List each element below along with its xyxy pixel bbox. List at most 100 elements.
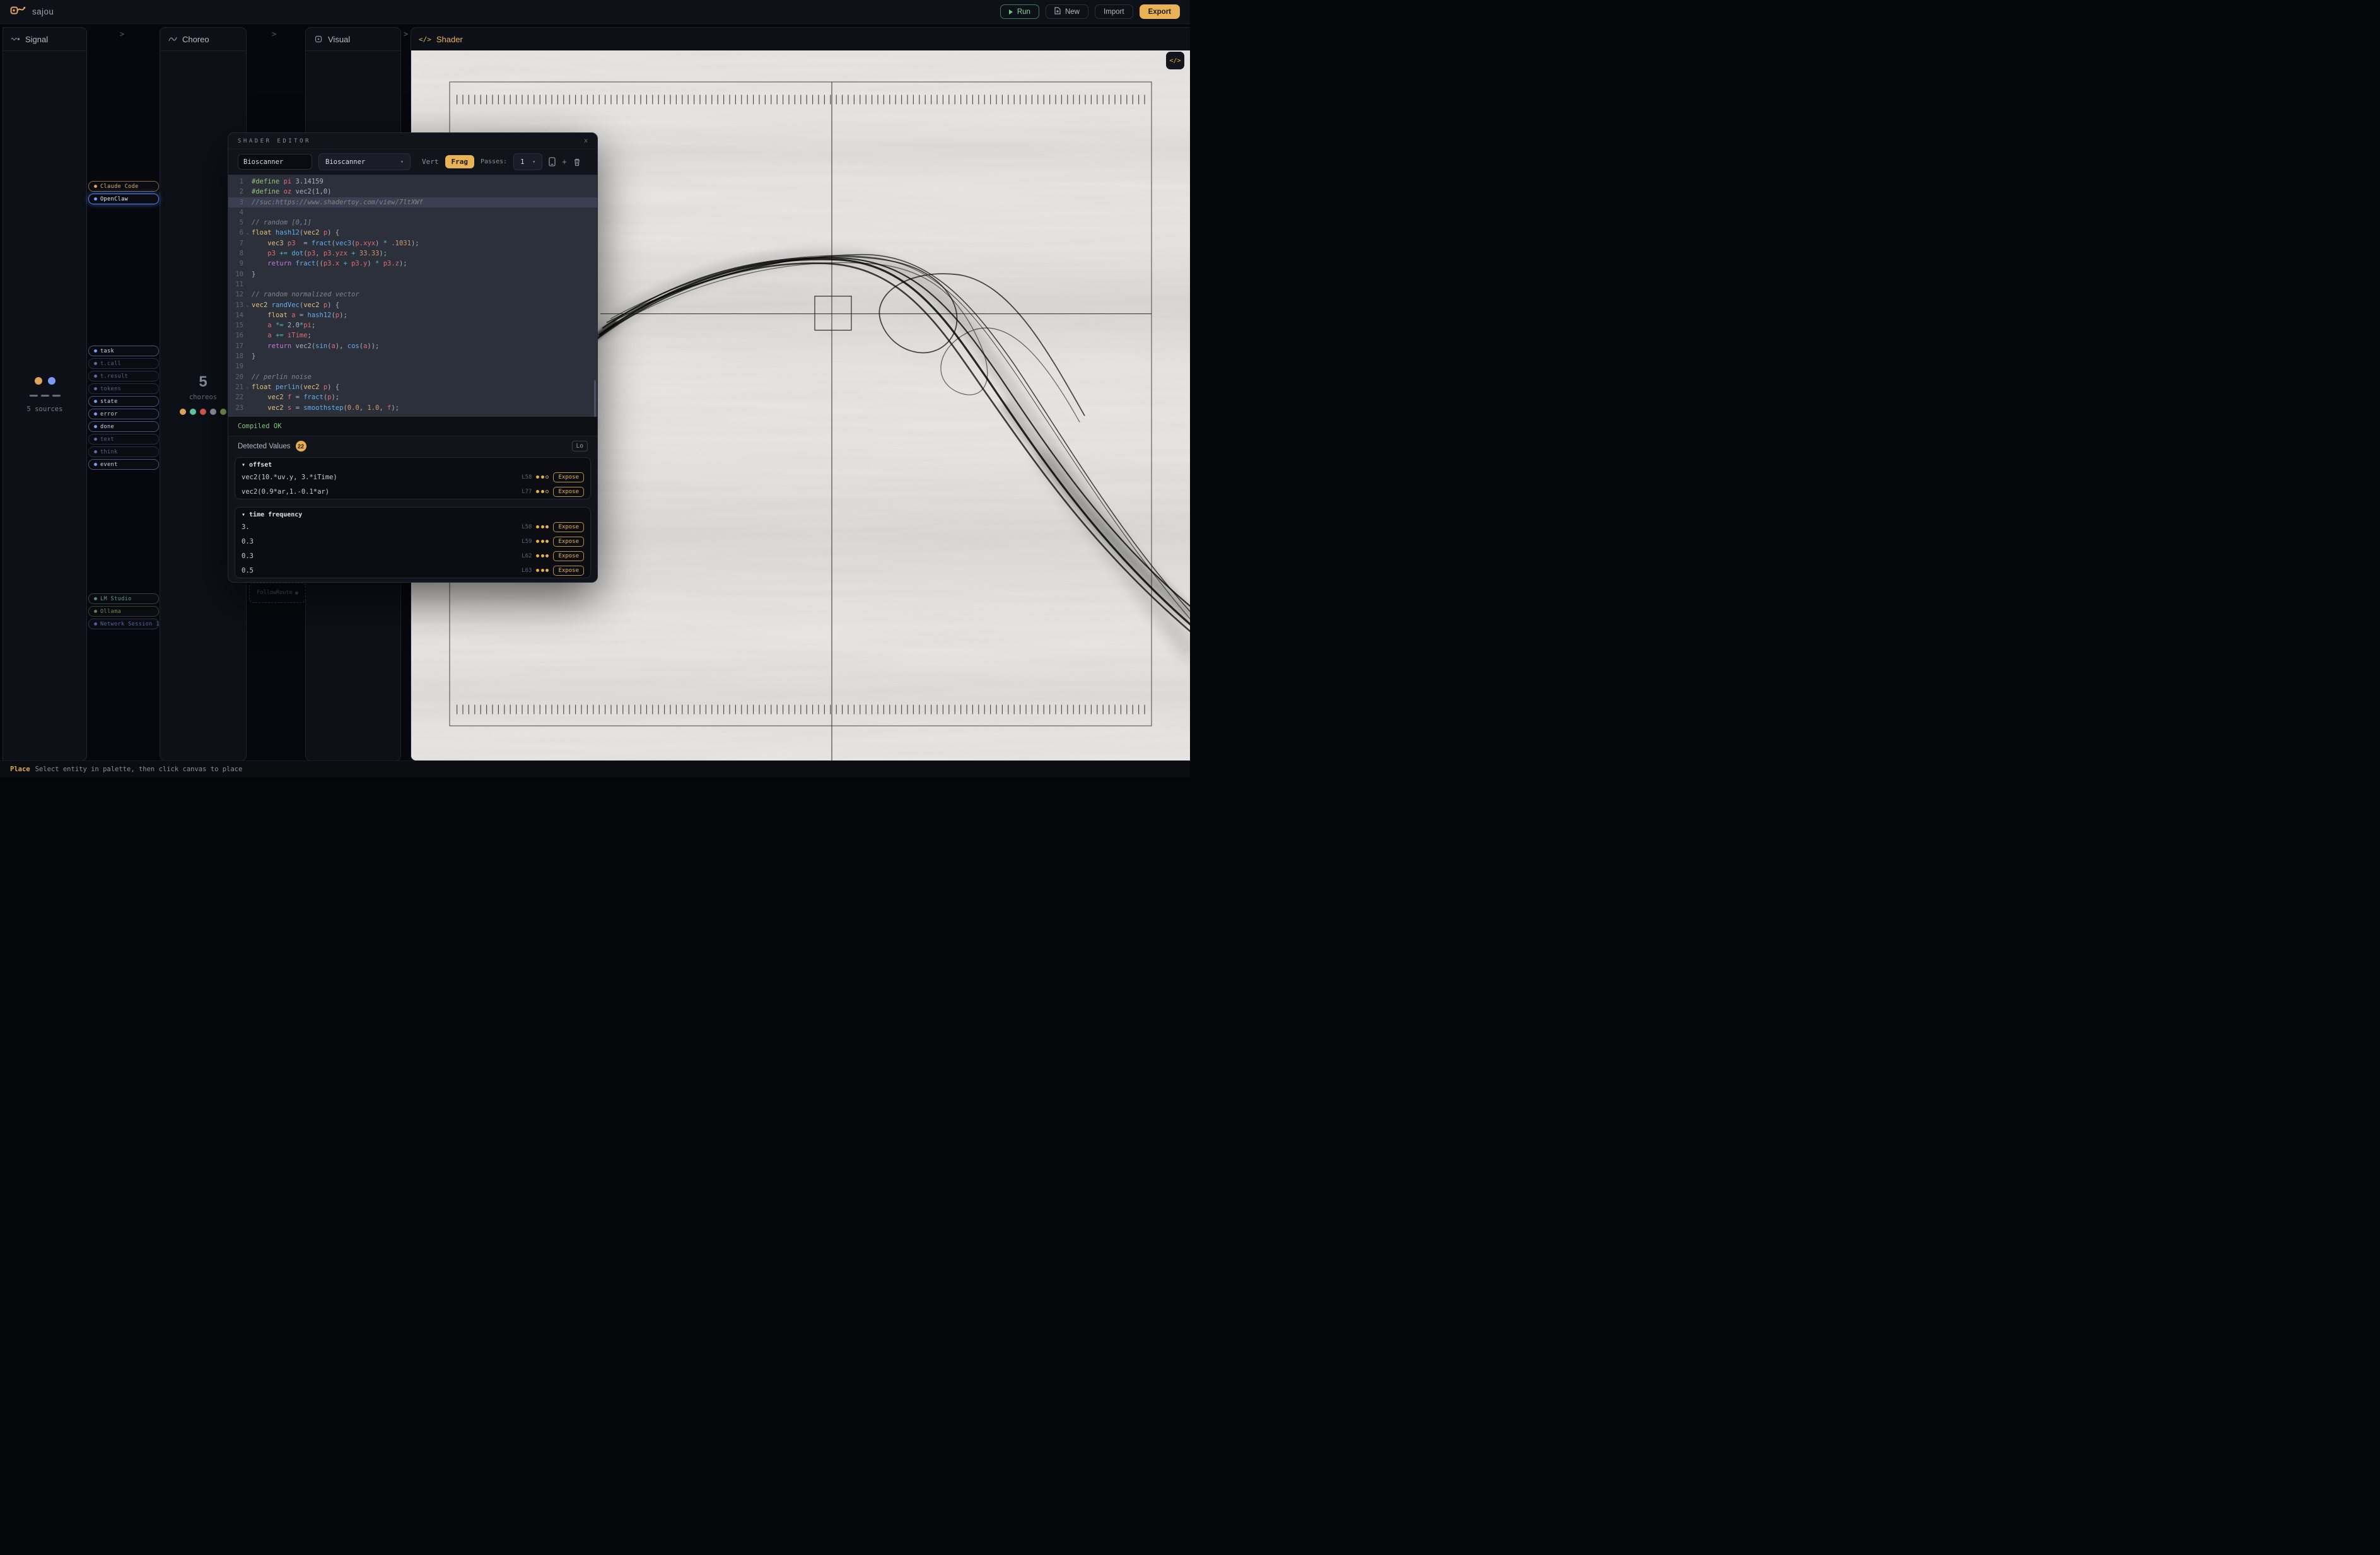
shader-panel-header[interactable]: </> Shader bbox=[411, 28, 1190, 51]
palette-chip-text[interactable]: text bbox=[88, 434, 159, 445]
code-line[interactable]: 8 p3 += dot(p3, p3.yzx + 33.33); bbox=[228, 248, 597, 259]
fold-icon[interactable]: ⌄ bbox=[243, 382, 252, 392]
palette-chip-openclaw[interactable]: OpenClaw bbox=[88, 194, 159, 204]
palette-chip-tokens[interactable]: tokens bbox=[88, 383, 159, 394]
palette-chip-ollama[interactable]: Ollama bbox=[88, 606, 159, 617]
shader-name-input[interactable] bbox=[238, 154, 312, 170]
app-title: sajou bbox=[32, 7, 54, 16]
code-line[interactable]: 12// random normalized vector bbox=[228, 289, 597, 300]
shader-editor-window: SHADER EDITOR x Bioscanner ▾ Vert Frag P… bbox=[228, 132, 598, 583]
visual-panel-header[interactable]: Visual bbox=[306, 28, 400, 51]
palette-chip-error[interactable]: error bbox=[88, 409, 159, 419]
code-line[interactable]: 21⌄float perlin(vec2 p) { bbox=[228, 382, 597, 392]
signal-panel-title: Signal bbox=[25, 35, 48, 44]
palette-chip-t-result[interactable]: t.result bbox=[88, 371, 159, 381]
chip-dot bbox=[94, 185, 97, 188]
expose-button[interactable]: Expose bbox=[553, 551, 584, 561]
palette-chip-done[interactable]: done bbox=[88, 421, 159, 432]
export-button[interactable]: Export bbox=[1140, 4, 1180, 19]
chevron-right-icon[interactable]: > bbox=[120, 30, 124, 38]
section-header[interactable]: ▾ offset bbox=[235, 458, 590, 470]
sajou-monkey-logo-icon bbox=[10, 5, 26, 19]
code-line[interactable]: 15 a *= 2.0*pi; bbox=[228, 320, 597, 330]
tab-vert[interactable]: Vert bbox=[422, 158, 439, 166]
fold-spacer bbox=[243, 403, 252, 413]
code-line[interactable]: 1#define pi 3.14159 bbox=[228, 177, 597, 187]
value-row: 0.3L62Expose bbox=[235, 549, 590, 563]
close-icon[interactable]: x bbox=[584, 137, 588, 144]
palette-chip-think[interactable]: think bbox=[88, 446, 159, 457]
shader-editor-titlebar[interactable]: SHADER EDITOR x bbox=[228, 133, 597, 149]
run-button[interactable]: Run bbox=[1000, 4, 1039, 19]
code-line[interactable]: 2#define oz vec2(1,0) bbox=[228, 187, 597, 197]
line-number: 8 bbox=[228, 248, 243, 259]
line-number: 19 bbox=[228, 361, 243, 371]
code-line[interactable]: 4 bbox=[228, 207, 597, 218]
section-header[interactable]: ▾ time frequency bbox=[235, 508, 590, 520]
value-row: 3.L58Expose bbox=[235, 520, 590, 534]
chip-label: OpenClaw bbox=[100, 196, 128, 202]
code-line[interactable]: 9 return fract((p3.x + p3.y) * p3.z); bbox=[228, 259, 597, 269]
chip-label: Network Session 1 bbox=[100, 621, 160, 627]
palette-chip-lm-studio[interactable]: LM Studio bbox=[88, 593, 159, 604]
choreo-panel-header[interactable]: Choreo bbox=[160, 28, 246, 51]
code-line[interactable]: 10} bbox=[228, 269, 597, 279]
chevron-right-icon[interactable]: > bbox=[404, 30, 408, 38]
fold-spacer bbox=[243, 289, 252, 300]
code-line[interactable]: 3//suc:https://www.shadertoy.com/view/7l… bbox=[228, 197, 597, 207]
expose-button[interactable]: Expose bbox=[553, 566, 584, 576]
code-line[interactable]: 22 vec2 f = fract(p); bbox=[228, 392, 597, 402]
palette-chip-network-session-1[interactable]: Network Session 1 bbox=[88, 619, 159, 629]
palette-chip-state[interactable]: state bbox=[88, 396, 159, 407]
palette-chip-claude-code[interactable]: Claude Code bbox=[88, 181, 159, 192]
line-number: 3 bbox=[228, 197, 243, 207]
code-editor[interactable]: 1#define pi 3.141592#define oz vec2(1,0)… bbox=[228, 175, 597, 417]
code-line[interactable]: 6⌄float hash12(vec2 p) { bbox=[228, 228, 597, 238]
signal-source-dots bbox=[3, 377, 87, 385]
fold-icon[interactable]: ⌄ bbox=[243, 300, 252, 310]
expose-button[interactable]: Expose bbox=[553, 522, 584, 532]
signal-panel-header[interactable]: Signal bbox=[3, 28, 86, 51]
palette-chip-t-call[interactable]: t.call bbox=[88, 358, 159, 369]
shader-code-icon: </> bbox=[419, 35, 431, 44]
code-line[interactable]: 18} bbox=[228, 351, 597, 361]
buffer-icon[interactable] bbox=[549, 157, 556, 166]
chip-dot bbox=[94, 362, 97, 365]
follow-route-node[interactable]: FollowRoute bbox=[249, 583, 306, 603]
fold-icon[interactable]: ⌄ bbox=[243, 228, 252, 238]
palette-chip-task[interactable]: task bbox=[88, 346, 159, 356]
shader-preset-select[interactable]: Bioscanner ▾ bbox=[318, 153, 411, 170]
chip-label: tokens bbox=[100, 386, 121, 392]
code-line[interactable]: 17 return vec2(sin(a), cos(a)); bbox=[228, 341, 597, 351]
code-overlay-toggle-button[interactable]: </> bbox=[1166, 52, 1184, 69]
occurrence-dots bbox=[536, 490, 549, 493]
code-line[interactable]: 16 a += iTime; bbox=[228, 330, 597, 341]
new-button[interactable]: New bbox=[1046, 4, 1088, 19]
chip-label: Claude Code bbox=[100, 183, 139, 190]
import-button[interactable]: Import bbox=[1095, 4, 1133, 19]
play-icon bbox=[1009, 9, 1013, 15]
code-line[interactable]: 14 float a = hash12(p); bbox=[228, 310, 597, 320]
expose-button[interactable]: Expose bbox=[553, 537, 584, 547]
expose-button[interactable]: Expose bbox=[553, 472, 584, 482]
tab-frag[interactable]: Frag bbox=[445, 155, 475, 168]
code-line[interactable]: 19 bbox=[228, 361, 597, 371]
log-toggle-button[interactable]: Lo bbox=[572, 441, 588, 451]
passes-select[interactable]: 1 ▾ bbox=[513, 153, 542, 170]
code-line[interactable]: 23 vec2 s = smoothstep(0.0, 1.0, f); bbox=[228, 403, 597, 413]
detected-values-header: Detected Values 22 Lo bbox=[228, 436, 597, 456]
palette-chip-event[interactable]: event bbox=[88, 459, 159, 470]
status-dot bbox=[35, 377, 42, 385]
chevron-right-icon[interactable]: > bbox=[272, 30, 276, 38]
line-number: 10 bbox=[228, 269, 243, 279]
code-line[interactable]: 7 vec3 p3 = fract(vec3(p.xyx) * .1031); bbox=[228, 238, 597, 248]
add-pass-icon[interactable]: + bbox=[562, 157, 567, 166]
code-line[interactable]: 5// random [0,1] bbox=[228, 218, 597, 228]
code-line[interactable]: 13⌄vec2 randVec(vec2 p) { bbox=[228, 300, 597, 310]
code-line[interactable]: 11 bbox=[228, 279, 597, 289]
code-scrollbar[interactable] bbox=[594, 380, 596, 417]
expose-button[interactable]: Expose bbox=[553, 487, 584, 497]
code-line[interactable]: 20// perlin noise bbox=[228, 372, 597, 382]
code-text: p3 += dot(p3, p3.yzx + 33.33); bbox=[252, 248, 387, 259]
trash-icon[interactable] bbox=[573, 158, 581, 166]
